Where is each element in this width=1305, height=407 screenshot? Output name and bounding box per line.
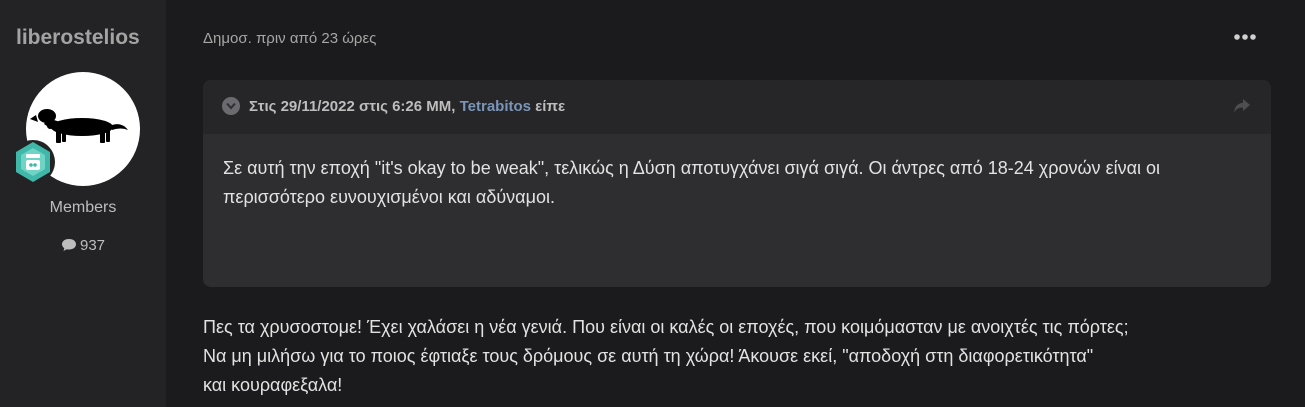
- post-content: Πες τα χρυσοστομε! Έχει χαλάσει η νέα γε…: [203, 313, 1283, 400]
- quote-block: Στις 29/11/2022 στις 6:26 ΜΜ, Tetrabitos…: [203, 80, 1271, 287]
- post-paragraph-line: και κουραφεξαλα!: [203, 375, 343, 395]
- speech-bubble-icon: [61, 239, 76, 251]
- quote-text: Σε αυτή την εποχή "it's okay to be weak"…: [223, 158, 1161, 207]
- post-count-value: 937: [79, 237, 106, 254]
- quote-author-link[interactable]: Tetrabitos: [460, 98, 531, 115]
- post-count: 937: [0, 237, 166, 254]
- author-group: Members: [49, 199, 117, 216]
- post-paragraph-line: Να μη μιλήσω για το ποιος έφτιαξε τους δ…: [203, 346, 1094, 366]
- quote-citation-prefix: Στις 29/11/2022 στις 6:26 ΜΜ,: [249, 98, 460, 115]
- ellipsis-icon[interactable]: [1232, 28, 1258, 46]
- rank-badge-icon: [10, 139, 56, 185]
- quote-citation: Στις 29/11/2022 στις 6:26 ΜΜ, Tetrabitos…: [249, 98, 565, 115]
- author-panel: liberostelios Members 937: [0, 0, 166, 407]
- share-arrow-icon[interactable]: [1233, 98, 1251, 114]
- quote-header: Στις 29/11/2022 στις 6:26 ΜΜ, Tetrabitos…: [203, 80, 1271, 134]
- post-date[interactable]: Δημοσ. πριν από 23 ώρες: [203, 30, 376, 47]
- post-paragraph-line: Πες τα χρυσοστομε! Έχει χαλάσει η νέα γε…: [203, 317, 1129, 337]
- chevron-down-icon[interactable]: [222, 97, 240, 115]
- quote-citation-suffix: είπε: [531, 98, 566, 115]
- author-username[interactable]: liberostelios: [16, 26, 140, 50]
